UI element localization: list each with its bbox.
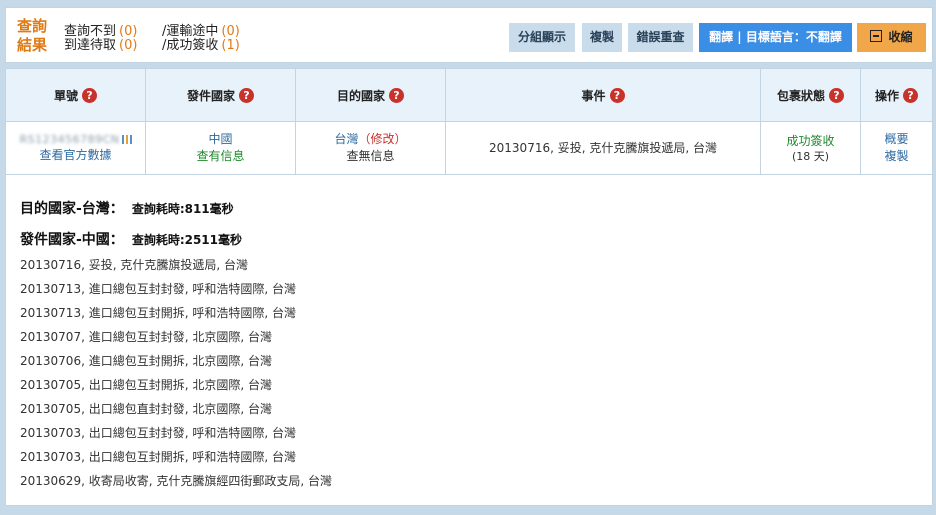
list-item: 20130707, 進口總包互封封發, 北京國際, 台灣 [20, 330, 272, 344]
th-label: 目的國家 [336, 88, 385, 103]
list-item: 20130713, 進口總包互封開拆, 呼和浩特國際, 台灣 [20, 306, 296, 320]
group-display-button[interactable]: 分組顯示 [509, 23, 575, 52]
collapse-minus-icon [870, 30, 883, 42]
th-label: 事件 [581, 88, 606, 103]
list-item: 20130705, 出口總包直封封發, 北京國際, 台灣 [20, 402, 272, 416]
th-label: 包裹狀態 [776, 88, 825, 103]
stat-count: (1) [221, 38, 240, 53]
th-tracking-no: 單號? [6, 69, 146, 121]
collapse-button[interactable]: 收縮 [857, 23, 926, 52]
help-icon[interactable]: ? [609, 87, 625, 103]
list-item: 20130706, 進口總包互封開拆, 北京國際, 台灣 [20, 354, 272, 368]
section-title-text: 發件國家-中國： [20, 232, 124, 248]
th-label: 單號 [53, 88, 78, 103]
cell-actions: 概要 複製 [861, 122, 932, 174]
list-item: 20130705, 出口總包互封開拆, 北京國際, 台灣 [20, 378, 272, 392]
cell-tracking-no: RS123456789CN 查看官方數據 [6, 122, 146, 174]
section-title-text: 目的國家-台灣： [20, 201, 124, 217]
stat-delivered[interactable]: /成功簽收 (1) [162, 38, 240, 54]
destination-section-title: 目的國家-台灣： 查詢耗時:811毫秒 [20, 198, 234, 218]
overview-link[interactable]: 概要 [884, 131, 908, 148]
th-status: 包裹狀態? [761, 69, 861, 121]
result-title: 查詢結果 [17, 17, 48, 54]
origin-country-link[interactable]: 中國 [208, 131, 232, 148]
list-item: 20130703, 出口總包互封開拆, 呼和浩特國際, 台灣 [20, 450, 296, 464]
stat-count: (0) [119, 38, 138, 53]
translate-button[interactable]: 翻譯 | 目標語言：不翻譯 [699, 23, 852, 52]
table-header: 單號? 發件國家? 目的國家? 事件? 包裹狀態? 操作? [6, 69, 932, 122]
list-item: 20130629, 收寄局收寄, 克什克騰旗經四街郵政支局, 台灣 [20, 474, 332, 488]
stat-label: 查詢不到 [64, 24, 117, 39]
edit-destination-link[interactable]: （修改） [359, 132, 407, 146]
th-event: 事件? [446, 69, 761, 121]
origin-info-link[interactable]: 查有信息 [196, 148, 244, 165]
list-item: 20130716, 妥投, 克什克騰旗投遞局, 台灣 [20, 258, 248, 272]
result-panel: 單號? 發件國家? 目的國家? 事件? 包裹狀態? 操作? RS12345678… [5, 68, 933, 506]
error-recheck-button[interactable]: 錯誤重查 [628, 23, 693, 52]
copy-row-link[interactable]: 複製 [884, 148, 908, 165]
stat-count: (0) [221, 24, 240, 39]
th-origin-country: 發件國家? [146, 69, 296, 121]
result-header: 查詢結果 查詢不到 (0) /運輸途中 (0) 到達待取 (0) /成功簽收 (1) 分… [5, 7, 933, 63]
stat-awaiting-pickup[interactable]: 到達待取 (0) [64, 38, 137, 54]
cell-origin: 中國 查有信息 [146, 122, 296, 174]
list-item: 20130713, 進口總包互封封發, 呼和浩特國際, 台灣 [20, 282, 296, 296]
origin-section-title: 發件國家-中國： 查詢耗時:2511毫秒 [20, 229, 242, 249]
official-data-link[interactable]: 查看官方數據 [39, 147, 111, 164]
event-list: 20130716, 妥投, 克什克騰旗投遞局, 台灣 20130713, 進口總… [20, 257, 332, 497]
th-actions: 操作? [861, 69, 932, 121]
help-icon[interactable]: ? [389, 87, 404, 103]
stat-count: (0) [119, 24, 138, 39]
status-days: (18 天) [791, 150, 830, 163]
tracking-number[interactable]: RS123456789CN [19, 132, 119, 147]
query-elapsed: 查詢耗時:811毫秒 [131, 202, 234, 216]
help-icon[interactable]: ? [829, 87, 844, 103]
copy-button[interactable]: 複製 [582, 23, 622, 52]
help-icon[interactable]: ? [239, 87, 254, 103]
list-item: 20130703, 出口總包互封封發, 呼和浩特國際, 台灣 [20, 426, 296, 440]
stat-label: 到達待取 [64, 38, 117, 53]
stat-label: /運輸途中 [162, 24, 219, 39]
help-icon[interactable]: ? [903, 87, 918, 103]
latest-event: 20130716, 妥投, 克什克騰旗投遞局, 台灣 [489, 140, 717, 155]
destination-country-link[interactable]: 台灣 [334, 132, 358, 146]
cell-status: 成功簽收 (18 天) [761, 122, 861, 174]
cell-destination: 台灣（修改） 查無信息 [296, 122, 446, 174]
stat-label: /成功簽收 [162, 38, 219, 53]
app-frame: 查詢結果 查詢不到 (0) /運輸途中 (0) 到達待取 (0) /成功簽收 (1) 分… [0, 0, 936, 515]
th-label: 操作 [874, 88, 899, 103]
cell-event: 20130716, 妥投, 克什克騰旗投遞局, 台灣 [446, 122, 761, 174]
table-row: RS123456789CN 查看官方數據 中國 查有信息 台灣（修改） 查無信息… [6, 122, 932, 175]
th-label: 發件國家 [186, 88, 235, 103]
th-destination-country: 目的國家? [296, 69, 446, 121]
collapse-label: 收縮 [888, 30, 913, 44]
bar-chart-icon [121, 135, 132, 144]
help-icon[interactable]: ? [82, 87, 97, 103]
query-elapsed: 查詢耗時:2511毫秒 [131, 233, 243, 247]
status-badge: 成功簽收 [786, 134, 835, 148]
destination-info: 查無信息 [346, 149, 395, 163]
